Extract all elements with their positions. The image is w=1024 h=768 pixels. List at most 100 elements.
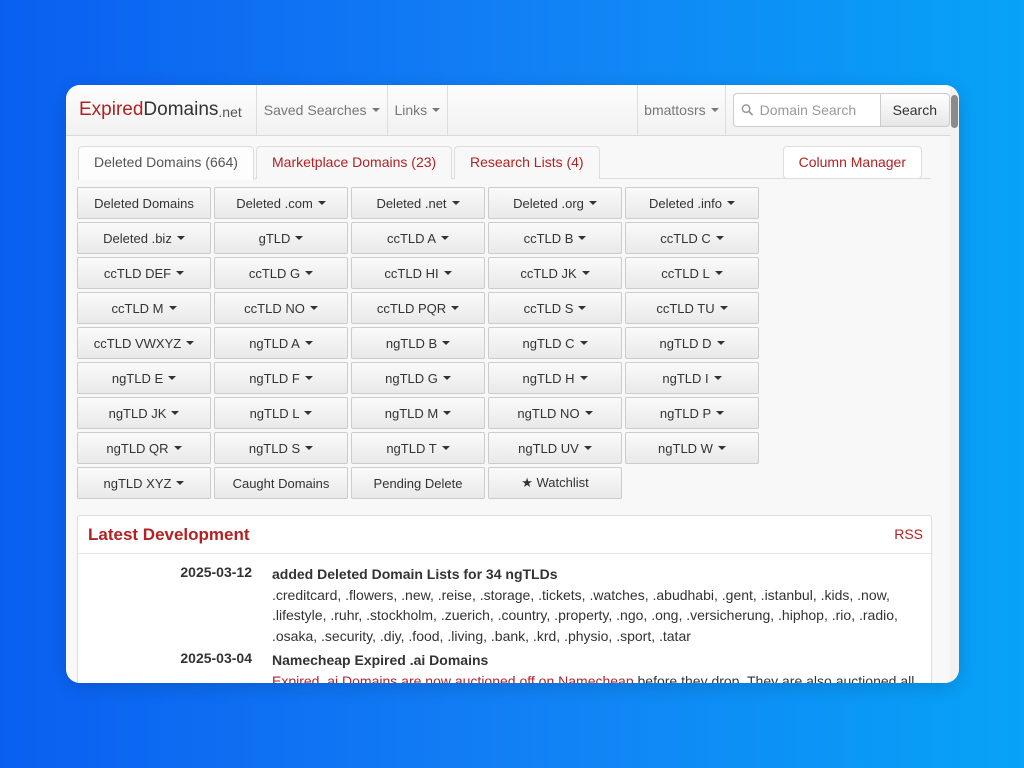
logo-expired: Expired [79, 99, 144, 120]
tld-button-label: ccTLD NO [244, 300, 305, 316]
tld-button-cctld-no[interactable]: ccTLD NO [214, 292, 348, 324]
search-button[interactable]: Search [879, 93, 950, 127]
caret-down-icon [441, 446, 450, 450]
entry-text-line: Expired .ai Domains are now auctioned of… [272, 671, 932, 684]
tab-marketplace-domains[interactable]: Marketplace Domains (23) [256, 146, 453, 179]
tld-button-label: ngTLD M [384, 405, 439, 421]
caret-down-icon [442, 376, 451, 380]
tld-button-ngtld-uv[interactable]: ngTLD UV [488, 432, 622, 464]
user-menu[interactable]: bmattosrs [637, 85, 726, 135]
tld-button-cctld-l[interactable]: ccTLD L [625, 257, 759, 289]
caret-down-icon [305, 271, 314, 275]
tld-button-grid: Deleted Domains Deleted .com Deleted .net D… [77, 187, 759, 499]
tld-button-ngtld-jk[interactable]: ngTLD JK [77, 397, 211, 429]
tld-button-cctld-jk[interactable]: ccTLD JK [488, 257, 622, 289]
caret-down-icon [371, 108, 380, 112]
tld-button-ngtld-c[interactable]: ngTLD C [488, 327, 622, 359]
tld-button-label: ngTLD XYZ [103, 475, 172, 491]
caret-down-icon [715, 236, 724, 240]
tld-button-label: ccTLD M [111, 300, 164, 316]
entry-text: .creditcard, .flowers, .new, .reise, .st… [272, 586, 898, 644]
rss-link[interactable]: RSS [894, 526, 923, 542]
caret-down-icon [578, 236, 587, 240]
caret-down-icon [719, 306, 728, 310]
latest-development-panel: Latest Development RSS 2025-03-12 added … [77, 515, 932, 683]
tld-button-ngtld-p[interactable]: ngTLD P [625, 397, 759, 429]
entry-headline: Namecheap Expired .ai Domains [272, 652, 489, 668]
search-icon [741, 104, 753, 116]
entry-link[interactable]: Expired .ai Domains are now auctioned of… [272, 673, 634, 684]
tld-button-ngtld-h[interactable]: ngTLD H [488, 362, 622, 394]
tld-button-cctld-def[interactable]: ccTLD DEF [77, 257, 211, 289]
tld-button-label: ngTLD T [386, 440, 437, 456]
tld-button-ngtld-l[interactable]: ngTLD L [214, 397, 348, 429]
caret-down-icon [317, 201, 326, 205]
tld-button-deleted-org[interactable]: Deleted .org [488, 187, 622, 219]
caret-down-icon [186, 341, 195, 345]
caret-down-icon [304, 411, 313, 415]
tld-button-cctld-c[interactable]: ccTLD C [625, 222, 759, 254]
tld-button-ngtld-f[interactable]: ngTLD F [214, 362, 348, 394]
tld-button-cctld-tu[interactable]: ccTLD TU [625, 292, 759, 324]
tld-button-watchlist[interactable]: ★ Watchlist [488, 467, 622, 499]
tld-button-ngtld-w[interactable]: ngTLD W [625, 432, 759, 464]
caret-down-icon [579, 341, 588, 345]
tld-button-cctld-a[interactable]: ccTLD A [351, 222, 485, 254]
caret-down-icon [578, 306, 587, 310]
tld-button-ngtld-g[interactable]: ngTLD G [351, 362, 485, 394]
tld-button-ngtld-s[interactable]: ngTLD S [214, 432, 348, 464]
caret-down-icon [309, 306, 318, 310]
tld-button-ngtld-m[interactable]: ngTLD M [351, 397, 485, 429]
tab-research-lists[interactable]: Research Lists (4) [454, 146, 600, 179]
saved-searches-menu[interactable]: Saved Searches [257, 85, 388, 135]
site-logo[interactable]: Expired Domains .net [66, 85, 257, 135]
tld-button-label: ngTLD JK [108, 405, 167, 421]
tld-button-ngtld-b[interactable]: ngTLD B [351, 327, 485, 359]
tld-button-deleted-biz[interactable]: Deleted .biz [77, 222, 211, 254]
column-manager-button[interactable]: Column Manager [782, 146, 922, 179]
tld-button-cctld-g[interactable]: ccTLD G [214, 257, 348, 289]
tld-button-ngtld-e[interactable]: ngTLD E [77, 362, 211, 394]
tld-button-label: ccTLD B [523, 230, 574, 246]
tld-button-label: ngTLD W [658, 440, 713, 456]
tld-button-cctld-vwxyz[interactable]: ccTLD VWXYZ [77, 327, 211, 359]
tld-button-label: ★ Watchlist [521, 475, 589, 490]
vertical-scrollbar[interactable] [950, 85, 959, 683]
caret-down-icon [716, 411, 725, 415]
browser-card: Expired Domains .net Saved Searches Links … [66, 85, 959, 683]
tld-button-cctld-b[interactable]: ccTLD B [488, 222, 622, 254]
tld-button-label: Deleted Domains [94, 195, 194, 211]
caret-down-icon [714, 271, 723, 275]
tld-button-cctld-pqr[interactable]: ccTLD PQR [351, 292, 485, 324]
tld-button-ngtld-no[interactable]: ngTLD NO [488, 397, 622, 429]
tab-deleted-domains[interactable]: Deleted Domains (664) [78, 146, 254, 180]
tld-button-cctld-m[interactable]: ccTLD M [77, 292, 211, 324]
tld-button-ngtld-xyz[interactable]: ngTLD XYZ [77, 467, 211, 499]
tld-button-label: ccTLD JK [520, 265, 577, 281]
entry-headline: added Deleted Domain Lists for 34 ngTLDs [272, 566, 558, 582]
saved-searches-label: Saved Searches [263, 102, 367, 118]
tld-button-ngtld-d[interactable]: ngTLD D [625, 327, 759, 359]
tld-button-label: Deleted .info [649, 195, 722, 211]
tld-button-ngtld-t[interactable]: ngTLD T [351, 432, 485, 464]
tld-button-ngtld-a[interactable]: ngTLD A [214, 327, 348, 359]
domain-search-input[interactable] [759, 102, 880, 118]
tld-button-deleted-info[interactable]: Deleted .info [625, 187, 759, 219]
scrollbar-thumb[interactable] [951, 95, 958, 128]
links-menu[interactable]: Links [388, 85, 449, 135]
tld-button-caught-domains[interactable]: Caught Domains [214, 467, 348, 499]
tld-button-deleted-com[interactable]: Deleted .com [214, 187, 348, 219]
tld-button-label: ngTLD C [522, 335, 575, 351]
tld-button-deleted-net[interactable]: Deleted .net [351, 187, 485, 219]
tld-button-pending-delete[interactable]: Pending Delete [351, 467, 485, 499]
tld-button-label: ccTLD L [661, 265, 710, 281]
tld-button-deleted-domains[interactable]: Deleted Domains [77, 187, 211, 219]
tld-button-label: ngTLD A [249, 335, 300, 351]
tld-button-cctld-hi[interactable]: ccTLD HI [351, 257, 485, 289]
entry-body: Namecheap Expired .ai Domains Expired .a… [272, 650, 932, 683]
tld-button-ngtld-qr[interactable]: ngTLD QR [77, 432, 211, 464]
tld-button-gtld[interactable]: gTLD [214, 222, 348, 254]
tld-button-label: ngTLD E [111, 370, 164, 386]
tld-button-ngtld-i[interactable]: ngTLD I [625, 362, 759, 394]
tld-button-cctld-s[interactable]: ccTLD S [488, 292, 622, 324]
